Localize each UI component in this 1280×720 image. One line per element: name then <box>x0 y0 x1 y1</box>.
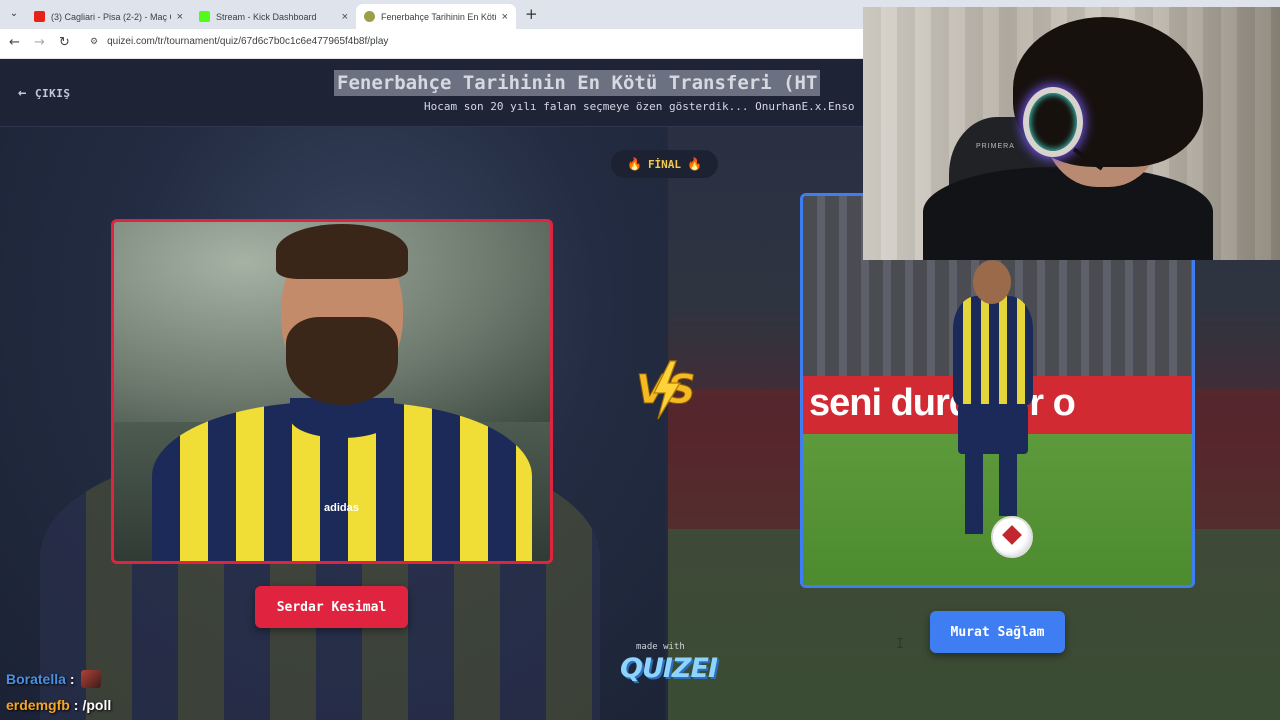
banner-text: seni durdürür o <box>809 382 1076 424</box>
url-field[interactable]: ⚙ quizei.com/tr/tournament/quiz/67d6c7b0… <box>90 36 388 47</box>
close-tab-icon[interactable]: × <box>502 11 508 23</box>
chair-brand-label: PRIMERA <box>976 143 1015 150</box>
player-leg <box>965 454 983 534</box>
streamer-webcam: PRIMERA <box>863 7 1280 260</box>
round-label: FİNAL <box>647 157 682 171</box>
quiz-subtitle: Hocam son 20 yılı falan seçmeye özen gös… <box>424 100 855 113</box>
player-jersey <box>953 296 1033 406</box>
tab-title: (3) Cagliari - Pisa (2-2) - Maç Ö <box>51 11 171 22</box>
chat-message: Boratella : <box>6 670 101 688</box>
vote-right-button[interactable]: Murat Sağlam <box>930 611 1065 653</box>
tab-quizei-active[interactable]: Fenerbahçe Tarihinin En Kötü T × <box>356 4 516 29</box>
url-text: quizei.com/tr/tournament/quiz/67d6c7b0c1… <box>107 36 389 47</box>
chat-message: erdemgfb : /poll <box>6 697 111 713</box>
chat-separator: : <box>69 671 75 687</box>
youtube-favicon-icon <box>34 11 45 22</box>
reload-icon[interactable]: ↻ <box>59 35 70 51</box>
round-badge: 🔥 FİNAL 🔥 <box>611 150 718 178</box>
exit-button[interactable]: ← ÇIKIŞ <box>18 85 71 101</box>
versus-lightning-icon: VS <box>636 360 696 420</box>
back-arrow-icon: ← <box>18 85 27 101</box>
player-hair <box>276 224 408 279</box>
kick-favicon-icon <box>199 11 210 22</box>
chat-separator: : <box>73 697 79 713</box>
streamer-torso <box>923 167 1213 260</box>
chat-emote-icon <box>80 670 101 688</box>
vote-left-button[interactable]: Serdar Kesimal <box>255 586 408 628</box>
exit-label: ÇIKIŞ <box>34 86 71 100</box>
tab-kick-dashboard[interactable]: Stream - Kick Dashboard × <box>191 4 356 29</box>
chat-username: Boratella <box>6 671 66 687</box>
close-tab-icon[interactable]: × <box>342 11 348 23</box>
quizei-favicon-icon <box>364 11 375 22</box>
chat-username: erdemgfb <box>6 697 70 713</box>
made-with-label: made with <box>636 642 685 652</box>
close-tab-icon[interactable]: × <box>177 11 183 23</box>
rgb-headset-icon <box>1023 87 1083 157</box>
player-leg <box>999 446 1017 516</box>
player-shorts <box>958 404 1028 454</box>
left-choice-card[interactable]: adidas <box>111 219 553 564</box>
forward-arrow-icon[interactable]: → <box>34 35 45 51</box>
tab-title: Fenerbahçe Tarihinin En Kötü T <box>381 11 496 22</box>
site-settings-icon[interactable]: ⚙ <box>90 36 98 47</box>
tab-search-chevron-icon[interactable]: ⌄ <box>6 6 22 22</box>
flame-icon: 🔥 <box>687 157 703 171</box>
player-beard <box>286 317 398 405</box>
flame-icon: 🔥 <box>626 157 642 171</box>
quizei-logo[interactable]: QUIZEI <box>620 653 718 684</box>
quiz-title: Fenerbahçe Tarihinin En Kötü Transferi (… <box>334 70 821 96</box>
back-arrow-icon[interactable]: ← <box>9 35 20 51</box>
new-tab-button[interactable]: + <box>525 6 538 22</box>
player-head <box>973 260 1011 304</box>
chat-message-text: /poll <box>82 697 112 713</box>
text-cursor-icon: I <box>896 637 904 652</box>
jersey-brand-logo: adidas <box>324 502 359 514</box>
tab-title: Stream - Kick Dashboard <box>216 11 317 22</box>
football-icon <box>991 516 1033 558</box>
tab-youtube[interactable]: (3) Cagliari - Pisa (2-2) - Maç Ö × <box>26 4 191 29</box>
pitch-grass <box>803 434 1192 585</box>
